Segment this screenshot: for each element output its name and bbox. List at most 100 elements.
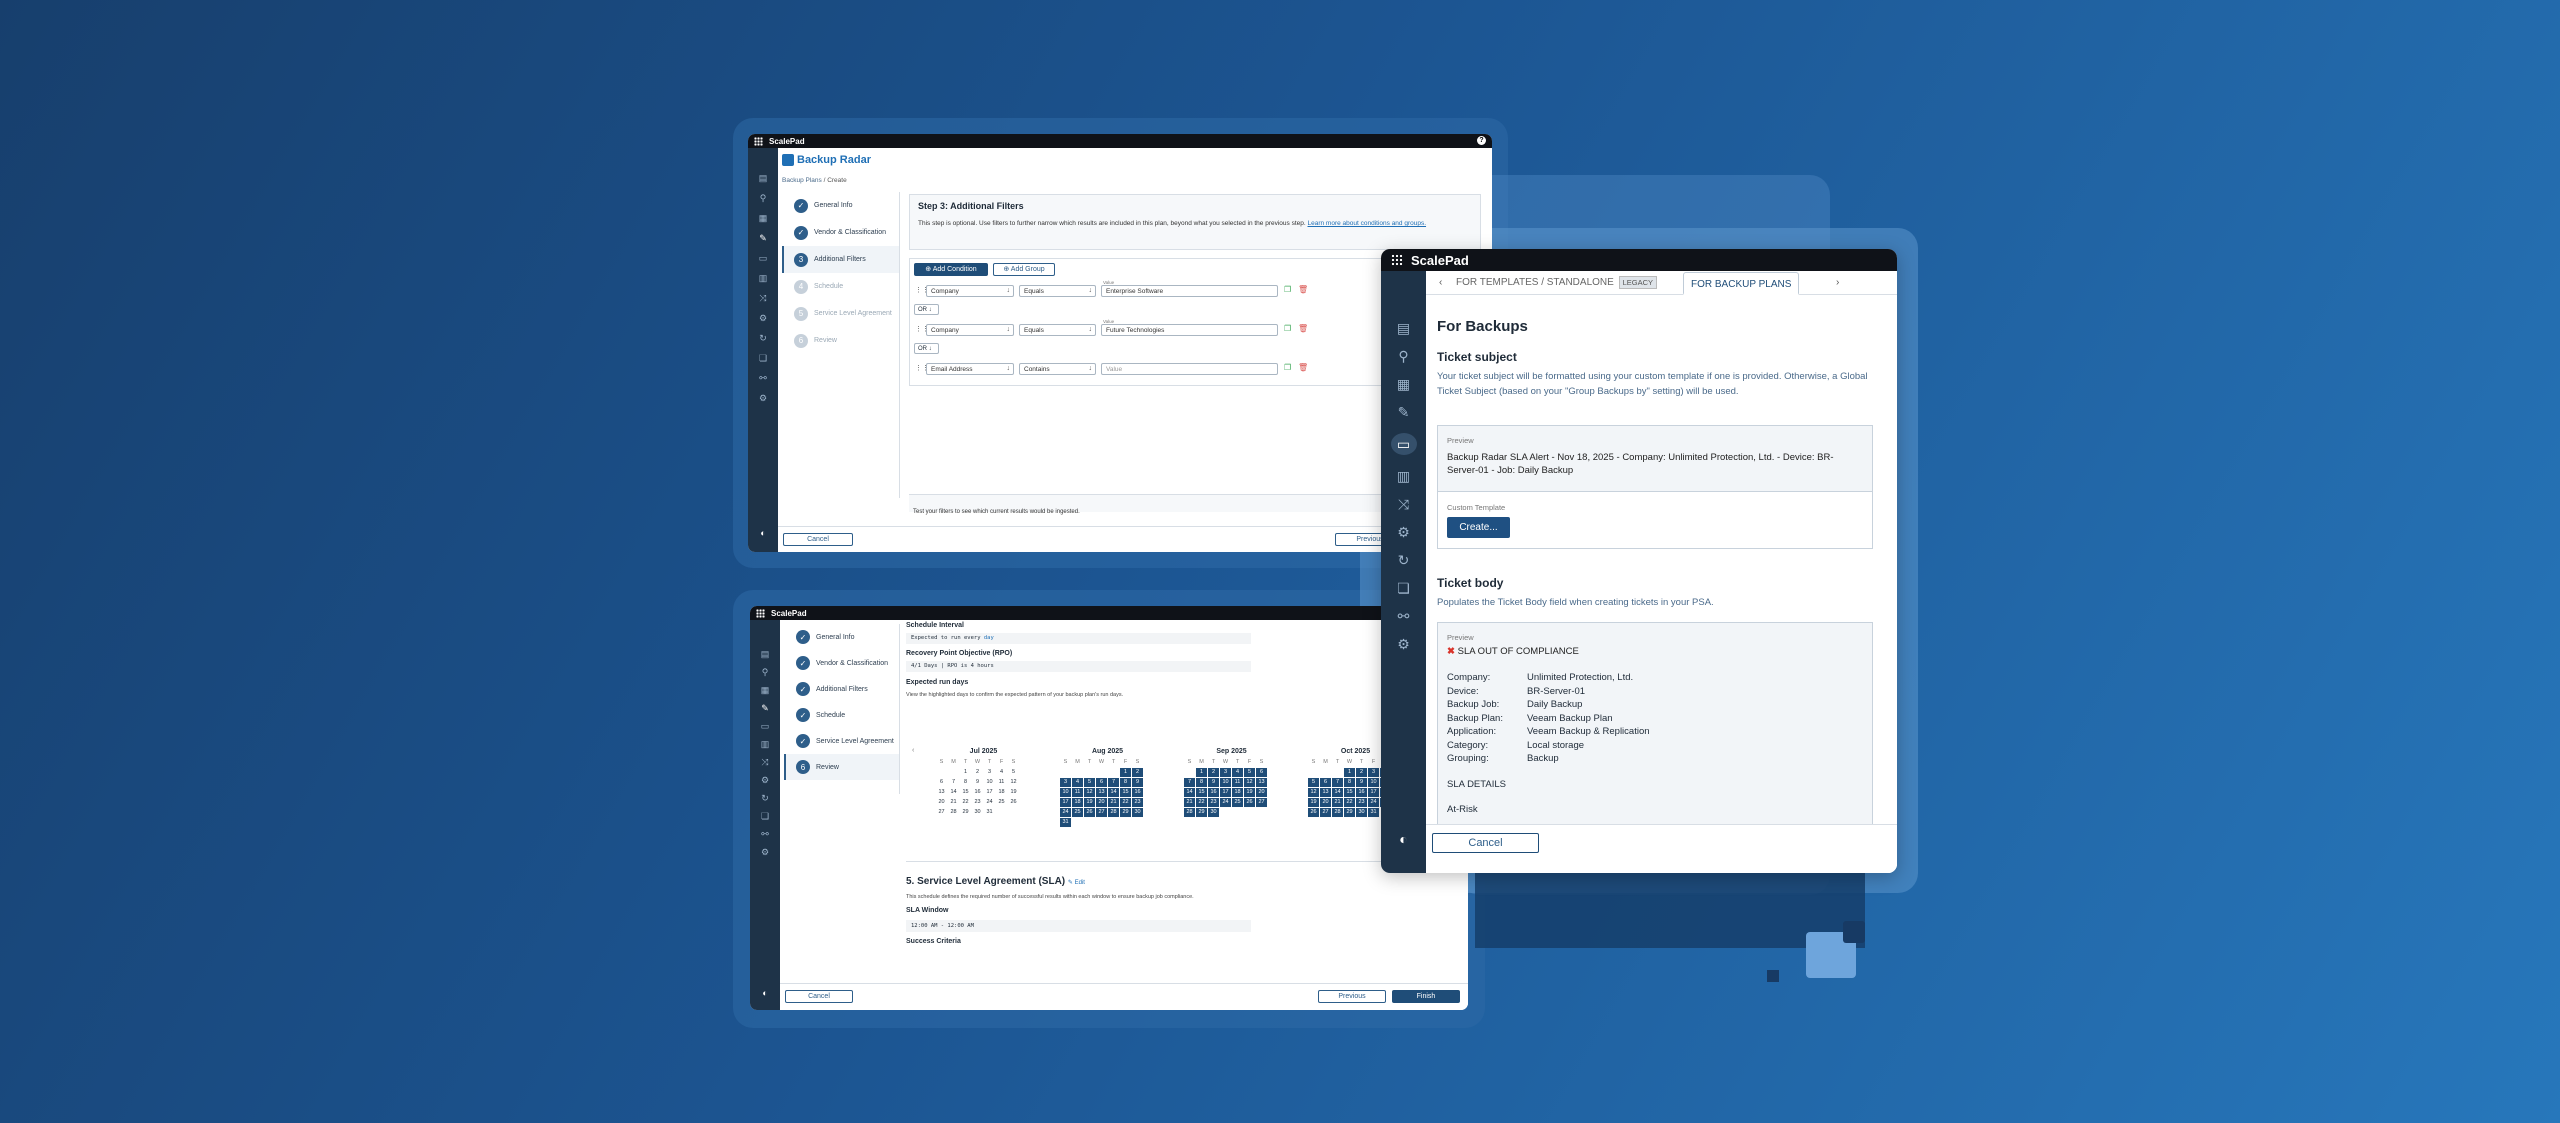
card-icon[interactable]: ▭ <box>1390 433 1417 455</box>
calendar-icon[interactable]: ▦ <box>1397 377 1410 391</box>
value-input[interactable]: Future Technologies <box>1101 324 1278 336</box>
step-4[interactable]: ✓ Schedule <box>784 702 899 728</box>
settings-icon[interactable]: ⚙ <box>759 394 767 403</box>
shuffle-icon[interactable]: ⤨ <box>761 758 768 767</box>
wrench-icon[interactable]: ✎ <box>761 704 769 713</box>
tab-prev-icon[interactable]: ‹ <box>1439 277 1442 288</box>
previous-button[interactable]: Previous <box>1318 990 1386 1003</box>
step-5[interactable]: ✓ Service Level Agreement <box>784 728 899 754</box>
tab-templates-standalone[interactable]: FOR TEMPLATES / STANDALONE LEGACY <box>1452 271 1661 295</box>
field-select[interactable]: Company ↓ <box>926 285 1014 297</box>
theme-toggle-icon[interactable]: ◐ <box>760 528 765 538</box>
connect-icon[interactable]: ⚯ <box>1398 609 1410 623</box>
step-5[interactable]: 5 Service Level Agreement <box>782 300 899 327</box>
weekday-header: W <box>1098 759 1105 765</box>
dashboard-icon[interactable]: ▤ <box>759 174 768 183</box>
card-icon[interactable]: ▭ <box>761 722 770 731</box>
add-group-button[interactable]: ⊕ Add Group <box>993 263 1055 276</box>
app-grid-icon[interactable] <box>756 608 765 618</box>
step-2[interactable]: ✓ Vendor & Classification <box>784 650 899 676</box>
cancel-button[interactable]: Cancel <box>785 990 853 1003</box>
tab-backup-plans[interactable]: FOR BACKUP PLANS <box>1683 272 1800 295</box>
report-icon[interactable]: ▥ <box>761 740 770 749</box>
step-3[interactable]: ✓ Additional Filters <box>784 676 899 702</box>
step-4[interactable]: 4 Schedule <box>782 273 899 300</box>
copy-icon[interactable]: ❐ <box>1284 324 1291 333</box>
report-icon[interactable]: ▥ <box>759 274 768 283</box>
gear-icon[interactable]: ⚙ <box>1397 525 1410 539</box>
theme-toggle-icon[interactable]: ◐ <box>1399 831 1407 847</box>
help-icon[interactable]: ? <box>1477 136 1486 145</box>
create-template-button[interactable]: Create... <box>1447 517 1510 538</box>
dashboard-icon[interactable]: ▤ <box>1397 321 1410 335</box>
wrench-icon[interactable]: ✎ <box>759 234 767 243</box>
card-icon[interactable]: ▭ <box>759 254 768 263</box>
search-icon[interactable]: ⚲ <box>1398 349 1408 363</box>
breadcrumb-link[interactable]: Backup Plans <box>782 177 822 184</box>
connect-icon[interactable]: ⚯ <box>759 374 767 383</box>
wrench-icon[interactable]: ✎ <box>1398 405 1410 419</box>
operator-select[interactable]: Equals ↓ <box>1019 324 1096 336</box>
operator-select[interactable]: Contains ↓ <box>1019 363 1096 375</box>
cancel-button[interactable]: Cancel <box>783 533 853 546</box>
step-6[interactable]: 6 Review <box>784 754 899 780</box>
cancel-button[interactable]: Cancel <box>1432 833 1539 853</box>
shuffle-icon[interactable]: ⤨ <box>759 294 766 303</box>
calendar-day: 11 <box>1232 778 1243 787</box>
field-select[interactable]: Company ↓ <box>926 324 1014 336</box>
step-1[interactable]: ✓ General Info <box>782 192 899 219</box>
or-select[interactable]: OR ↓ <box>914 343 939 354</box>
subject-title: Ticket subject <box>1437 350 1517 364</box>
or-select[interactable]: OR ↓ <box>914 304 939 315</box>
chat-icon[interactable]: ❏ <box>761 812 769 821</box>
step-2[interactable]: ✓ Vendor & Classification <box>782 219 899 246</box>
sync-icon[interactable]: ↻ <box>759 334 767 343</box>
search-icon[interactable]: ⚲ <box>760 194 767 203</box>
theme-toggle-icon[interactable]: ◐ <box>762 988 767 998</box>
trash-icon[interactable]: 🗑 <box>1298 363 1308 372</box>
app-grid-icon[interactable] <box>754 136 763 146</box>
value-input[interactable]: Enterprise Software <box>1101 285 1278 297</box>
dashboard-icon[interactable]: ▤ <box>761 650 770 659</box>
shuffle-icon[interactable]: ⤨ <box>1398 497 1409 511</box>
chat-icon[interactable]: ❏ <box>759 354 767 363</box>
gear-icon[interactable]: ⚙ <box>759 314 767 323</box>
add-condition-button[interactable]: ⊕ Add Condition <box>914 263 988 276</box>
field-select[interactable]: Email Address ↓ <box>926 363 1014 375</box>
settings-icon[interactable]: ⚙ <box>1397 637 1410 651</box>
sync-icon[interactable]: ↻ <box>1398 553 1410 567</box>
search-icon[interactable]: ⚲ <box>762 668 769 677</box>
step-3[interactable]: 3 Additional Filters <box>782 246 899 273</box>
step-1[interactable]: ✓ General Info <box>784 624 899 650</box>
top-bar: ScalePad <box>1381 249 1897 271</box>
edit-link[interactable]: ✎ Edit <box>1068 880 1085 886</box>
calendar-icon[interactable]: ▦ <box>761 686 770 695</box>
tab-next-icon[interactable]: › <box>1836 277 1839 288</box>
trash-icon[interactable]: 🗑 <box>1298 285 1308 294</box>
report-icon[interactable]: ▥ <box>1397 469 1410 483</box>
app-grid-icon[interactable] <box>1391 254 1403 266</box>
chat-icon[interactable]: ❏ <box>1397 581 1410 595</box>
settings-icon[interactable]: ⚙ <box>761 848 769 857</box>
copy-icon[interactable]: ❐ <box>1284 363 1291 372</box>
sync-icon[interactable]: ↻ <box>761 794 769 803</box>
step-6[interactable]: 6 Review <box>782 327 899 354</box>
calendar-day: 17 <box>1368 788 1379 797</box>
body-title: Ticket body <box>1437 576 1504 590</box>
calendar-day: 17 <box>1220 788 1231 797</box>
gear-icon[interactable]: ⚙ <box>761 776 769 785</box>
interval-link[interactable]: day <box>984 635 994 641</box>
operator-select[interactable]: Equals ↓ <box>1019 285 1096 297</box>
connect-icon[interactable]: ⚯ <box>761 830 769 839</box>
weekday-header: M <box>1199 759 1204 765</box>
calendar-prev-icon[interactable]: ‹ <box>912 747 914 754</box>
trash-icon[interactable]: 🗑 <box>1298 324 1308 333</box>
calendar-day: 10 <box>1060 788 1071 797</box>
finish-button[interactable]: Finish <box>1392 990 1460 1003</box>
calendar-day: 8 <box>1196 778 1207 787</box>
calendar-icon[interactable]: ▦ <box>759 214 768 223</box>
value-input[interactable]: Value <box>1101 363 1278 375</box>
calendar-day: 30 <box>1208 808 1219 817</box>
copy-icon[interactable]: ❐ <box>1284 285 1291 294</box>
learn-more-link[interactable]: Learn more about conditions and groups. <box>1308 220 1427 227</box>
